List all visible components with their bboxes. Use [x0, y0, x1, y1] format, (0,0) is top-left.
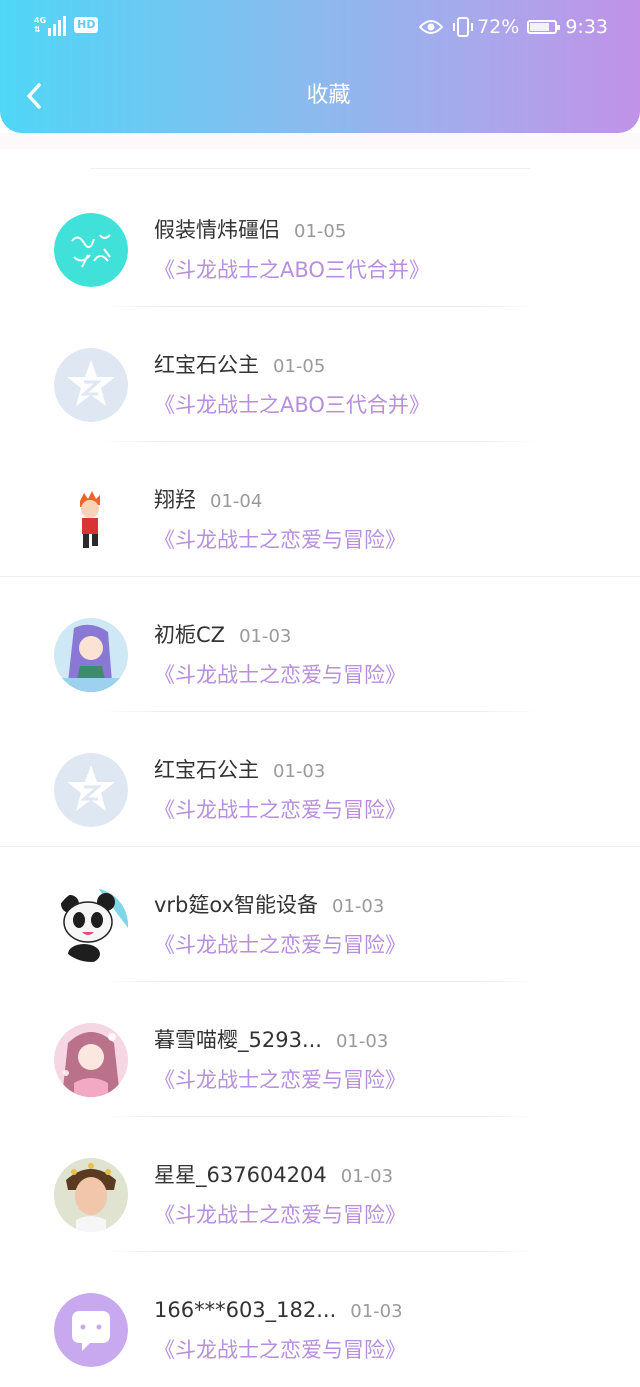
battery-percent: 72%	[477, 16, 520, 38]
user-name: 红宝石公主	[154, 353, 259, 377]
list-item-title: 红宝石公主 01-03	[154, 756, 325, 786]
item-date: 01-03	[335, 1031, 389, 1052]
battery-icon	[527, 20, 561, 34]
list-item[interactable]: 166***603_182... 01-03 《斗龙战士之恋爱与冒险》	[0, 1252, 640, 1387]
book-title-link[interactable]: 《斗龙战士之恋爱与冒险》	[154, 661, 406, 689]
book-title-link[interactable]: 《斗龙战士之恋爱与冒险》	[154, 1336, 406, 1364]
item-date: 01-03	[273, 761, 326, 782]
list-item-title: 星星_637604204 01-03	[154, 1161, 393, 1191]
eye-icon	[419, 20, 444, 34]
book-title-link[interactable]: 《斗龙战士之恋爱与冒险》	[154, 796, 406, 824]
list-item-title: 初栀CZ 01-03	[154, 621, 291, 651]
vibrate-icon	[453, 17, 474, 37]
list-item[interactable]: 暮雪喵樱_5293... 01-03 《斗龙战士之恋爱与冒险》	[0, 982, 640, 1117]
signal-icon	[48, 14, 68, 36]
top-divider	[90, 168, 530, 169]
user-name: 假装情炜礓侣	[154, 218, 280, 242]
data-arrows-icon: ⇅	[34, 25, 41, 34]
item-date: 01-03	[239, 626, 292, 647]
anime-boy-avatar[interactable]	[54, 483, 128, 557]
status-left: 4G ⇅ HD	[34, 14, 99, 36]
list-item[interactable]: 假装情炜礓侣 01-05 《斗龙战士之ABO三代合并》	[0, 172, 640, 307]
pink-anime-girl-avatar[interactable]	[54, 1023, 128, 1097]
purple-chat-avatar[interactable]	[54, 1293, 128, 1367]
user-name: 166***603_182...	[154, 1298, 337, 1322]
page-title: 收藏	[306, 83, 351, 108]
book-title-link[interactable]: 《斗龙战士之恋爱与冒险》	[154, 1066, 406, 1094]
list-item-title: 红宝石公主 01-05	[154, 351, 325, 381]
header-shadow-band	[0, 133, 640, 149]
item-date: 01-04	[210, 491, 263, 512]
hd-badge: HD	[74, 17, 99, 33]
default-qq-avatar[interactable]	[54, 753, 128, 827]
list-item[interactable]: 星星_637604204 01-03 《斗龙战士之恋爱与冒险》	[0, 1117, 640, 1252]
clock: 9:33	[565, 16, 608, 38]
list-item-title: 翔羟 01-04	[154, 486, 262, 516]
battery-fill	[530, 23, 550, 31]
list-item-title: vrb筵ox智能设备 01-03	[154, 891, 384, 921]
network-label: 4G	[34, 16, 47, 25]
cyan-handwriting-avatar[interactable]	[54, 213, 128, 287]
book-title-link[interactable]: 《斗龙战士之恋爱与冒险》	[154, 1201, 406, 1229]
header-bar: 4G ⇅ HD 72% 9:33 收藏	[0, 0, 640, 133]
user-name: 初栀CZ	[154, 623, 226, 647]
status-bar: 4G ⇅ HD 72% 9:33	[0, 0, 640, 54]
status-right: 72% 9:33	[419, 14, 608, 40]
list-item-title: 暮雪喵樱_5293... 01-03	[154, 1026, 388, 1056]
item-date: 01-03	[340, 1166, 394, 1187]
user-name: 星星_637604204	[154, 1163, 327, 1187]
book-title-link[interactable]: 《斗龙战士之恋爱与冒险》	[154, 931, 406, 959]
network-type: 4G ⇅	[34, 16, 46, 34]
photo-child-avatar[interactable]	[54, 1158, 128, 1232]
panda-avatar[interactable]	[54, 888, 128, 962]
book-title-link[interactable]: 《斗龙战士之ABO三代合并》	[154, 256, 430, 284]
book-title-link[interactable]: 《斗龙战士之ABO三代合并》	[154, 391, 430, 419]
favorites-list[interactable]: 假装情炜礓侣 01-05 《斗龙战士之ABO三代合并》 红宝石公主 01-05 《斗…	[0, 172, 640, 1387]
user-name: 红宝石公主	[154, 758, 259, 782]
item-date: 01-03	[350, 1301, 403, 1322]
list-item[interactable]: 红宝石公主 01-03 《斗龙战士之恋爱与冒险》	[0, 712, 640, 847]
list-item[interactable]: vrb筵ox智能设备 01-03 《斗龙战士之恋爱与冒险》	[0, 847, 640, 982]
list-item-title: 假装情炜礓侣 01-05	[154, 216, 346, 246]
user-name: vrb筵ox智能设备	[154, 893, 319, 917]
user-name: 暮雪喵樱_5293...	[154, 1028, 322, 1052]
list-item[interactable]: 初栀CZ 01-03 《斗龙战士之恋爱与冒险》	[0, 577, 640, 712]
default-qq-avatar[interactable]	[54, 348, 128, 422]
book-title-link[interactable]: 《斗龙战士之恋爱与冒险》	[154, 526, 406, 554]
list-item[interactable]: 红宝石公主 01-05 《斗龙战士之ABO三代合并》	[0, 307, 640, 442]
user-name: 翔羟	[154, 488, 196, 512]
item-date: 01-05	[294, 221, 347, 242]
list-item-title: 166***603_182... 01-03	[154, 1296, 403, 1326]
list-item[interactable]: 翔羟 01-04 《斗龙战士之恋爱与冒险》	[0, 442, 640, 577]
item-date: 01-05	[273, 356, 326, 377]
item-date: 01-03	[332, 896, 385, 917]
anime-girl-avatar[interactable]	[54, 618, 128, 692]
